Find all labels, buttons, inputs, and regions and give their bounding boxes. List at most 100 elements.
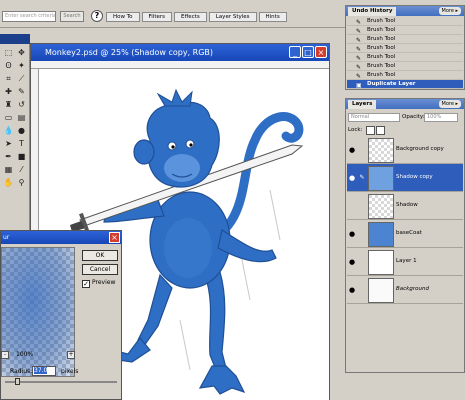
slice-icon[interactable]: ⟋ [16,74,27,84]
history-item[interactable]: ✎ Brush Tool [347,26,463,35]
close-button[interactable]: × [315,46,327,58]
horizontal-ruler [31,61,329,69]
eraser-icon[interactable]: ▭ [3,113,14,123]
shape-icon[interactable]: ■ [16,152,27,162]
undo-history-palette: Undo History More ▸ ✎ Brush Tool ✎ Brush T… [345,5,465,90]
healing-icon[interactable]: ✚ [3,87,14,97]
blur-preview-image [2,248,74,376]
eye-icon[interactable]: ● [348,230,356,238]
layer-row-selected[interactable]: ● ✎ Shadow copy [347,164,463,192]
zoom-out-button[interactable]: - [1,351,9,359]
lock-all-icon[interactable] [376,126,385,135]
palette-well: How To Filters Effects Layer Styles Hint… [106,12,289,22]
stamp-icon[interactable]: ♜ [3,100,14,110]
layer-name: Background [396,286,429,292]
history-item[interactable]: ✎ Brush Tool [347,53,463,62]
well-tab-filters[interactable]: Filters [141,12,173,22]
search-button[interactable]: Search [60,11,84,22]
history-item-label: Brush Tool [367,18,396,24]
layers-header: Layers More ▸ [346,99,464,109]
notes-icon[interactable]: ▦ [3,165,14,175]
cancel-button[interactable]: Cancel [82,264,118,275]
options-bar: Enter search criteria Search ? How To Fi… [0,0,345,28]
history-item-label: Brush Tool [367,27,396,33]
search-input[interactable]: Enter search criteria [2,11,56,22]
history-tab[interactable]: Undo History [348,7,397,16]
radius-unit-label: pixels [61,368,79,375]
layers-more-button[interactable]: More ▸ [438,100,461,108]
blur-dialog-close-button[interactable]: × [109,232,120,243]
layer-thumbnail [368,222,394,247]
zoom-icon[interactable]: ⚲ [16,178,27,188]
help-icon[interactable]: ? [91,10,103,22]
well-tab-how-to[interactable]: How To [106,12,140,22]
layer-thumbnail [368,166,394,191]
radius-slider-thumb[interactable] [15,378,20,385]
layer-name: Shadow [396,202,418,208]
layers-tab[interactable]: Layers [348,100,377,109]
history-item[interactable]: ✎ Brush Tool [347,62,463,71]
blur-icon[interactable]: 💧 [3,126,14,136]
history-item-label: Brush Tool [367,63,396,69]
dodge-icon[interactable]: ● [16,126,27,136]
layer-row[interactable]: ● Background copy [347,136,463,164]
crop-icon[interactable]: ⌗ [3,74,14,84]
lasso-icon[interactable]: ʘ [3,61,14,71]
layer-row[interactable]: ● baseCoat [347,220,463,248]
eye-icon[interactable]: ● [348,258,356,266]
layer-row[interactable]: Shadow [347,192,463,220]
type-icon[interactable]: T [16,139,27,149]
blur-dialog: ur × - 100% + OK Cancel ✓ Preview Radius… [0,230,122,400]
toolbox-header[interactable] [0,34,30,44]
marquee-icon[interactable]: ⬚ [3,48,14,58]
brush-icon: ✎ [359,174,365,181]
history-item[interactable]: ✎ Brush Tool [347,71,463,80]
history-item[interactable]: ✎ Brush Tool [347,44,463,53]
maximize-button[interactable]: □ [302,46,314,58]
layers-footer [347,358,463,370]
layer-thumbnail [368,194,394,219]
well-tab-layer-styles[interactable]: Layer Styles [208,12,257,22]
brush-icon[interactable]: ✎ [16,87,27,97]
zoom-in-button[interactable]: + [67,351,75,359]
eye-icon[interactable]: ● [348,146,356,154]
radius-input[interactable]: 37.0 [32,366,56,376]
path-select-icon[interactable]: ➤ [3,139,14,149]
opacity-input[interactable]: 100% [424,113,458,122]
blend-mode-select[interactable]: Normal [348,113,400,122]
history-item[interactable]: ✎ Brush Tool [347,35,463,44]
well-tab-hints[interactable]: Hints [258,12,287,22]
history-item-label: Brush Tool [367,54,396,60]
history-item-selected[interactable]: ▣ Duplicate Layer [347,80,463,89]
history-item-label: Brush Tool [367,45,396,51]
move-icon[interactable]: ✥ [16,48,27,58]
eyedropper-icon[interactable]: ⁄ [16,165,27,175]
ok-button[interactable]: OK [82,250,118,261]
gradient-icon[interactable]: ▤ [16,113,27,123]
lock-transparency-icon[interactable] [366,126,375,135]
well-tab-effects[interactable]: Effects [174,12,207,22]
blur-preview-pane[interactable] [1,247,75,377]
opacity-label: Opacity: [402,114,425,120]
layer-row[interactable]: ● Layer 1 [347,248,463,276]
preview-label: Preview [92,279,116,286]
history-brush-icon[interactable]: ↺ [16,100,27,110]
blur-dialog-title[interactable]: ur [1,231,121,244]
eye-icon[interactable]: ● [348,286,356,294]
history-item-label: Duplicate Layer [367,81,416,87]
preview-checkbox[interactable]: ✓ [82,280,90,288]
radius-label: Radius: [10,368,33,375]
radius-slider-track[interactable] [5,381,117,383]
minimize-button[interactable]: _ [289,46,301,58]
layer-name: Background copy [396,146,444,152]
history-item[interactable]: ✎ Brush Tool [347,17,463,26]
hand-icon[interactable]: ✋ [3,178,14,188]
document-title[interactable]: Monkey2.psd @ 25% (Shadow copy, RGB) [31,44,329,61]
workspace-area [345,373,465,400]
pen-icon[interactable]: ✒ [3,152,14,162]
history-more-button[interactable]: More ▸ [438,7,461,15]
layer-row[interactable]: ● Background [347,276,463,304]
magic-wand-icon[interactable]: ✦ [16,61,27,71]
eye-icon[interactable]: ● [348,174,356,182]
layer-name: baseCoat [396,230,422,236]
